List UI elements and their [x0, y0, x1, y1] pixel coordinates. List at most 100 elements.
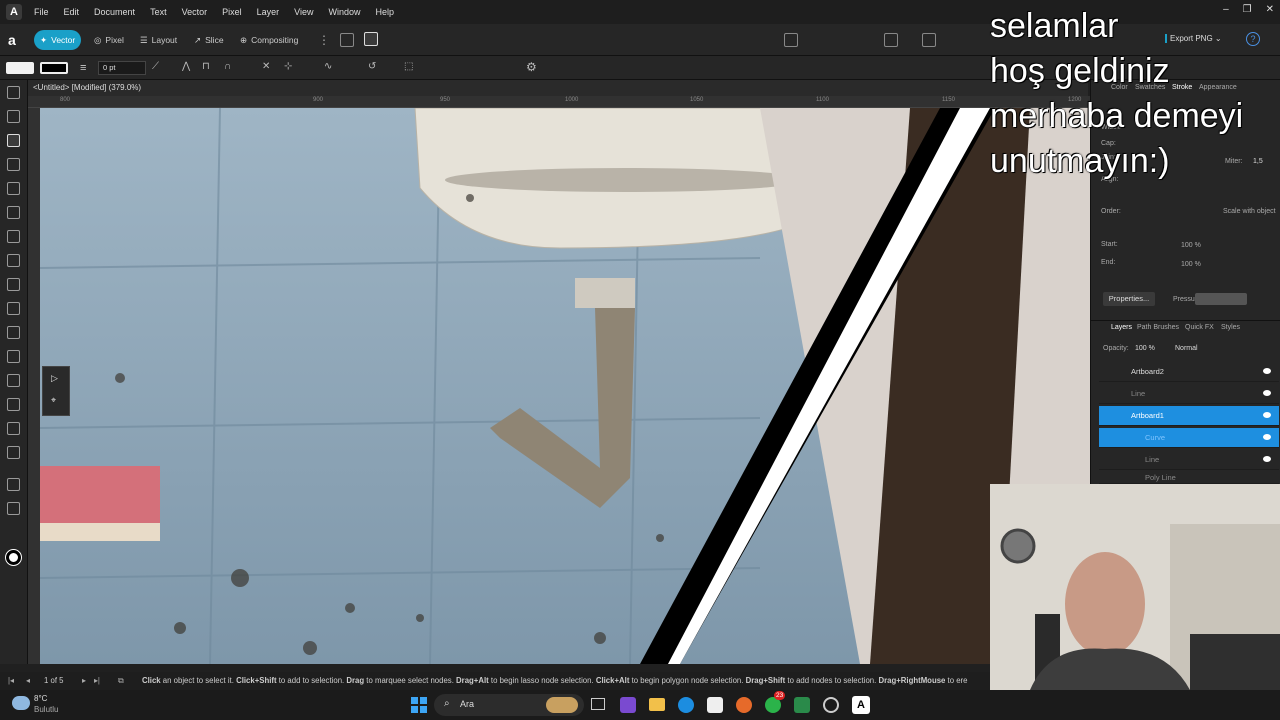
- artboard-tool-icon[interactable]: [7, 110, 20, 123]
- layer-row[interactable]: Curve: [1099, 428, 1279, 448]
- break-curve-icon[interactable]: ✕: [262, 61, 270, 72]
- task-view-icon[interactable]: [591, 698, 605, 710]
- canvas[interactable]: ▷ ⌖: [40, 108, 1090, 664]
- visibility-eye-icon[interactable]: [1263, 412, 1271, 418]
- node-tool-icon[interactable]: [7, 134, 20, 147]
- menu-vector[interactable]: Vector: [182, 7, 208, 17]
- node-edit-icon[interactable]: ⌖: [51, 395, 56, 406]
- affinity-designer-icon[interactable]: A: [852, 696, 870, 714]
- help-icon[interactable]: ?: [1246, 32, 1260, 46]
- hand-tool-icon[interactable]: [7, 478, 20, 491]
- store-icon[interactable]: [707, 697, 723, 713]
- fill-tool-icon[interactable]: [7, 278, 20, 291]
- snapping-icon[interactable]: [340, 33, 354, 47]
- properties-button[interactable]: Properties...: [1103, 292, 1155, 306]
- fill-swatch[interactable]: [6, 62, 34, 74]
- stroke-style-icon[interactable]: ≡: [80, 62, 86, 74]
- layer-row[interactable]: Artboard1: [1099, 406, 1279, 426]
- visibility-eye-icon[interactable]: [1263, 390, 1271, 396]
- visibility-eye-icon[interactable]: [1263, 456, 1271, 462]
- menu-layer[interactable]: Layer: [257, 7, 280, 17]
- place-image-icon[interactable]: [7, 374, 20, 387]
- sharp-node-icon[interactable]: ⋀: [182, 61, 190, 72]
- last-page-icon[interactable]: ▸|: [94, 672, 100, 690]
- crop-tool-icon[interactable]: [7, 398, 20, 411]
- edge-icon[interactable]: [678, 697, 694, 713]
- text-tool-icon[interactable]: [7, 350, 20, 363]
- search-box[interactable]: ⌕ Ara: [434, 694, 584, 716]
- persona-vector-button[interactable]: ✦ Vector: [34, 30, 82, 50]
- teams-icon[interactable]: [620, 697, 636, 713]
- move-tool-icon[interactable]: [7, 86, 20, 99]
- menu-edit[interactable]: Edit: [64, 7, 80, 17]
- pen-tool-icon[interactable]: [7, 206, 20, 219]
- arrange-icon[interactable]: [784, 33, 798, 47]
- menu-view[interactable]: View: [294, 7, 313, 17]
- restore-icon[interactable]: ❐: [1243, 4, 1252, 15]
- join-curves-icon[interactable]: ⊹: [284, 61, 292, 72]
- smooth-node-icon[interactable]: ⊓: [202, 61, 210, 72]
- next-page-icon[interactable]: ▸: [82, 672, 86, 690]
- pencil-tool-icon[interactable]: [7, 230, 20, 243]
- first-page-icon[interactable]: |◂: [8, 672, 14, 690]
- stroke-swatch[interactable]: [40, 62, 68, 74]
- persona-compositing-button[interactable]: ⊕ Compositing: [234, 30, 304, 50]
- windows-start-icon[interactable]: [411, 697, 427, 713]
- color-well-icon[interactable]: [6, 550, 21, 565]
- shape-tool-icon[interactable]: [7, 302, 20, 315]
- layer-row[interactable]: Artboard2: [1099, 362, 1279, 382]
- boolean-icon[interactable]: [884, 33, 898, 47]
- shape-builder-icon[interactable]: [7, 326, 20, 339]
- menu-pixel[interactable]: Pixel: [222, 7, 242, 17]
- persona-slice-button[interactable]: ↗ Slice: [188, 30, 230, 50]
- document-tab[interactable]: <Untitled> [Modified] (379.0%): [28, 80, 1088, 96]
- pressure-graph[interactable]: [1195, 293, 1247, 305]
- stroke-width-field[interactable]: 0 pt: [98, 61, 146, 75]
- blend-mode-select[interactable]: Normal: [1175, 345, 1198, 352]
- layer-row[interactable]: Line: [1099, 450, 1279, 470]
- menu-window[interactable]: Window: [328, 7, 360, 17]
- menu-file[interactable]: File: [34, 7, 49, 17]
- miter-value[interactable]: 1,5: [1253, 158, 1263, 165]
- end-percent[interactable]: 100 %: [1181, 261, 1201, 268]
- grid-icon[interactable]: [364, 32, 378, 46]
- more-icon[interactable]: ⋮: [318, 33, 330, 47]
- smooth-curve-icon[interactable]: ∿: [324, 61, 332, 72]
- layer-row[interactable]: Poly Line: [1099, 472, 1279, 484]
- obs-icon[interactable]: [823, 697, 839, 713]
- transform-mode-icon[interactable]: ⬚: [404, 61, 413, 72]
- vector-brush-icon[interactable]: [7, 254, 20, 267]
- tab-layers[interactable]: Layers: [1111, 324, 1132, 331]
- firefox-icon[interactable]: [736, 697, 752, 713]
- weather-icon[interactable]: [12, 696, 30, 710]
- menu-document[interactable]: Document: [94, 7, 135, 17]
- pressure-icon[interactable]: ⟋: [152, 61, 159, 72]
- start-percent[interactable]: 100 %: [1181, 242, 1201, 249]
- settings-gear-icon[interactable]: ⚙: [526, 60, 537, 74]
- persona-layout-button[interactable]: ☰ Layout: [134, 30, 183, 50]
- prev-page-icon[interactable]: ◂: [26, 672, 30, 690]
- page-options-icon[interactable]: ⧉: [118, 672, 124, 690]
- close-icon[interactable]: ✕: [1266, 4, 1274, 15]
- tab-path-brushes[interactable]: Path Brushes: [1137, 324, 1179, 331]
- reverse-curve-icon[interactable]: ↺: [368, 61, 376, 72]
- eyedropper-icon[interactable]: [7, 422, 20, 435]
- opacity-value[interactable]: 100 %: [1135, 345, 1155, 352]
- visibility-eye-icon[interactable]: [1263, 434, 1271, 440]
- app-icon[interactable]: [794, 697, 810, 713]
- color-picker-icon[interactable]: [7, 446, 20, 459]
- play-icon[interactable]: ▷: [51, 373, 58, 384]
- file-explorer-icon[interactable]: [649, 698, 665, 711]
- corner-tool-icon[interactable]: [7, 158, 20, 171]
- layer-row[interactable]: Line: [1099, 384, 1279, 404]
- visibility-eye-icon[interactable]: [1263, 368, 1271, 374]
- transform-icon[interactable]: [922, 33, 936, 47]
- menu-help[interactable]: Help: [376, 7, 395, 17]
- scale-with-object-label[interactable]: Scale with object: [1223, 208, 1276, 215]
- tab-quick-fx[interactable]: Quick FX: [1185, 324, 1214, 331]
- tab-styles[interactable]: Styles: [1221, 324, 1240, 331]
- point-transform-icon[interactable]: [7, 182, 20, 195]
- menu-text[interactable]: Text: [150, 7, 167, 17]
- zoom-tool-icon[interactable]: [7, 502, 20, 515]
- persona-pixel-button[interactable]: ◎ Pixel: [88, 30, 130, 50]
